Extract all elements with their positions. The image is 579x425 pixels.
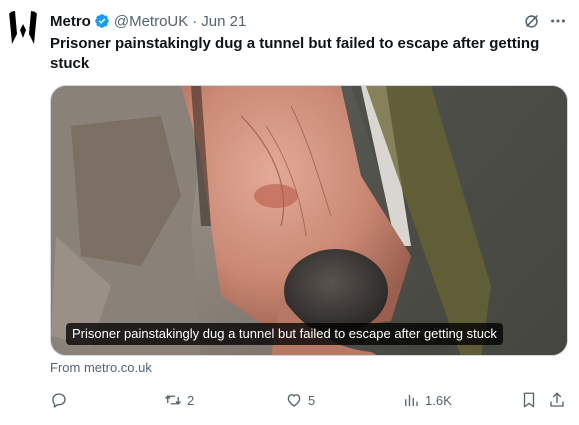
grok-button[interactable] [522,11,542,31]
retweet-count: 2 [187,392,195,408]
link-source[interactable]: From metro.co.uk [50,360,152,376]
views-count: 1.6K [425,392,452,408]
like-button[interactable]: 5 [285,389,315,411]
like-icon [287,394,301,407]
retweet-button[interactable]: 2 [164,389,194,411]
avatar[interactable] [3,8,43,48]
like-count: 5 [308,392,316,408]
display-name[interactable]: Metro [50,13,91,30]
reply-button[interactable] [50,389,68,411]
tweet-media[interactable]: Prisoner painstakingly dug a tunnel but … [50,85,568,356]
share-button[interactable] [548,389,566,411]
share-icon [550,392,564,407]
more-button[interactable] [548,11,568,31]
action-bar: 2 5 1.6K [50,389,570,411]
bookmark-button[interactable] [520,389,538,411]
metro-logo-icon [3,8,43,48]
media-photo [51,86,567,355]
views-icon [405,394,418,406]
account-handle[interactable]: @MetroUK [114,13,188,30]
views-button[interactable]: 1.6K [402,389,452,411]
grok-icon [525,15,538,28]
bookmark-icon [523,392,535,408]
tweet-timestamp[interactable]: Jun 21 [201,13,246,30]
verified-badge-icon [94,13,110,29]
separator-dot: · [192,12,198,30]
reply-icon [52,393,66,408]
retweet-icon [165,395,181,405]
tweet: Metro @MetroUK · Jun 21 Prisoner painsta… [0,0,579,425]
tweet-text: Prisoner painstakingly dug a tunnel but … [50,35,540,72]
more-icon [551,19,565,23]
media-caption: Prisoner painstakingly dug a tunnel but … [66,323,503,345]
tweet-header: Metro @MetroUK · Jun 21 [50,11,246,31]
